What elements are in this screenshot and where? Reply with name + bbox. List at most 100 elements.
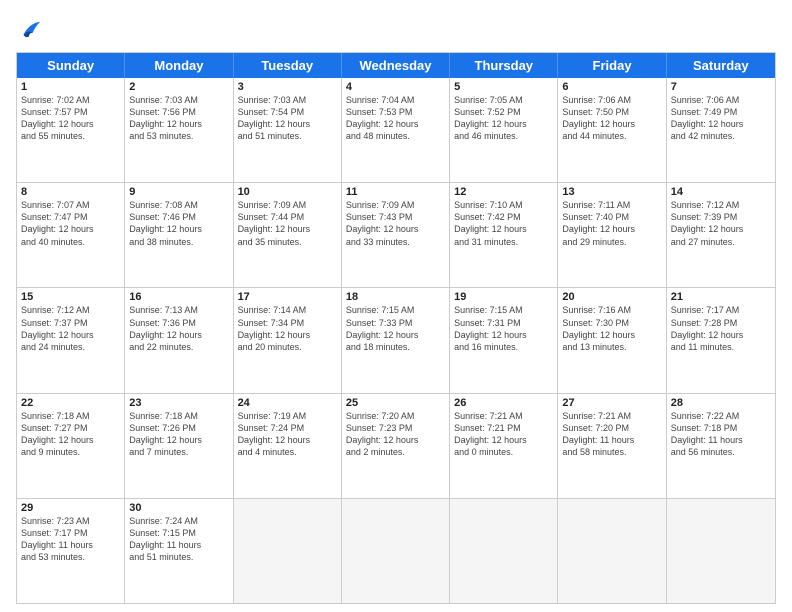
day-number: 24 bbox=[238, 397, 337, 409]
cell-info-line: and 11 minutes. bbox=[671, 341, 771, 353]
day-cell-19: 19Sunrise: 7:15 AMSunset: 7:31 PMDayligh… bbox=[450, 288, 558, 392]
day-number: 22 bbox=[21, 397, 120, 409]
cell-info-line: Daylight: 12 hours bbox=[346, 223, 445, 235]
cell-info-line: and 56 minutes. bbox=[671, 446, 771, 458]
cell-info-line: and 16 minutes. bbox=[454, 341, 553, 353]
cell-info-line: and 40 minutes. bbox=[21, 236, 120, 248]
day-number: 11 bbox=[346, 186, 445, 198]
cell-info-line: Sunset: 7:37 PM bbox=[21, 317, 120, 329]
day-number: 30 bbox=[129, 502, 228, 514]
calendar-row: 15Sunrise: 7:12 AMSunset: 7:37 PM Dayligh… bbox=[17, 287, 775, 392]
day-number: 6 bbox=[562, 81, 661, 93]
day-number: 17 bbox=[238, 291, 337, 303]
cell-info-line: Daylight: 12 hours bbox=[238, 223, 337, 235]
cell-info-line: and 38 minutes. bbox=[129, 236, 228, 248]
cell-info-line: Sunrise: 7:13 AM bbox=[129, 304, 228, 316]
cell-info-line: Sunset: 7:17 PM bbox=[21, 527, 120, 539]
day-number: 3 bbox=[238, 81, 337, 93]
cell-info-line: and 18 minutes. bbox=[346, 341, 445, 353]
cell-info-line: and 27 minutes. bbox=[671, 236, 771, 248]
logo-bird-icon bbox=[16, 16, 44, 44]
day-cell-27: 27Sunrise: 7:21 AMSunset: 7:20 PMDayligh… bbox=[558, 394, 666, 498]
cell-info-line: and 13 minutes. bbox=[562, 341, 661, 353]
cell-info-line: Daylight: 12 hours bbox=[21, 434, 120, 446]
cell-info-line: Daylight: 11 hours bbox=[129, 539, 228, 551]
cell-info-line: and 44 minutes. bbox=[562, 130, 661, 142]
cell-info-line: Sunset: 7:30 PM bbox=[562, 317, 661, 329]
day-number: 8 bbox=[21, 186, 120, 198]
cell-info-line: Sunrise: 7:09 AM bbox=[238, 199, 337, 211]
header-day-sunday: Sunday bbox=[17, 53, 125, 78]
cell-info-line: Sunset: 7:53 PM bbox=[346, 106, 445, 118]
cell-info-line: Daylight: 12 hours bbox=[346, 329, 445, 341]
day-cell-17: 17Sunrise: 7:14 AMSunset: 7:34 PMDayligh… bbox=[234, 288, 342, 392]
cell-info-line: and 7 minutes. bbox=[129, 446, 228, 458]
cell-info-line: Sunset: 7:40 PM bbox=[562, 211, 661, 223]
cell-info-line: Sunset: 7:31 PM bbox=[454, 317, 553, 329]
day-number: 18 bbox=[346, 291, 445, 303]
cell-info-line: Daylight: 12 hours bbox=[238, 434, 337, 446]
day-cell-5: 5Sunrise: 7:05 AMSunset: 7:52 PMDaylight… bbox=[450, 78, 558, 182]
header-day-tuesday: Tuesday bbox=[234, 53, 342, 78]
day-number: 29 bbox=[21, 502, 120, 514]
cell-info-line: Daylight: 12 hours bbox=[129, 329, 228, 341]
cell-info-line: and 51 minutes. bbox=[129, 551, 228, 563]
page: SundayMondayTuesdayWednesdayThursdayFrid… bbox=[0, 0, 792, 612]
cell-info-line: Sunset: 7:15 PM bbox=[129, 527, 228, 539]
cell-info-line: Sunrise: 7:23 AM bbox=[21, 515, 120, 527]
day-cell-23: 23Sunrise: 7:18 AMSunset: 7:26 PMDayligh… bbox=[125, 394, 233, 498]
day-number: 2 bbox=[129, 81, 228, 93]
header-day-monday: Monday bbox=[125, 53, 233, 78]
day-cell-16: 16Sunrise: 7:13 AMSunset: 7:36 PMDayligh… bbox=[125, 288, 233, 392]
cell-info-line: Daylight: 12 hours bbox=[129, 118, 228, 130]
cell-info-line: Daylight: 11 hours bbox=[562, 434, 661, 446]
cell-info-line: Sunrise: 7:17 AM bbox=[671, 304, 771, 316]
cell-info-line: Sunset: 7:47 PM bbox=[21, 211, 120, 223]
header bbox=[16, 16, 776, 44]
cell-info-line: Sunrise: 7:18 AM bbox=[21, 410, 120, 422]
cell-info-line: and 53 minutes. bbox=[21, 551, 120, 563]
cell-info-line: Daylight: 12 hours bbox=[671, 223, 771, 235]
day-cell-15: 15Sunrise: 7:12 AMSunset: 7:37 PMDayligh… bbox=[17, 288, 125, 392]
day-cell-28: 28Sunrise: 7:22 AMSunset: 7:18 PMDayligh… bbox=[667, 394, 775, 498]
calendar-row: 29Sunrise: 7:23 AMSunset: 7:17 PM Dayligh… bbox=[17, 498, 775, 603]
cell-info-line: Sunset: 7:34 PM bbox=[238, 317, 337, 329]
day-number: 5 bbox=[454, 81, 553, 93]
cell-info-line: and 29 minutes. bbox=[562, 236, 661, 248]
calendar: SundayMondayTuesdayWednesdayThursdayFrid… bbox=[16, 52, 776, 604]
cell-info-line: Sunset: 7:18 PM bbox=[671, 422, 771, 434]
cell-info-line: and 46 minutes. bbox=[454, 130, 553, 142]
cell-info-line: Sunrise: 7:15 AM bbox=[346, 304, 445, 316]
cell-info-line: and 2 minutes. bbox=[346, 446, 445, 458]
cell-info-line: and 31 minutes. bbox=[454, 236, 553, 248]
header-day-saturday: Saturday bbox=[667, 53, 775, 78]
day-number: 28 bbox=[671, 397, 771, 409]
cell-info-line: and 51 minutes. bbox=[238, 130, 337, 142]
cell-info-line: Sunrise: 7:03 AM bbox=[238, 94, 337, 106]
cell-info-line: and 0 minutes. bbox=[454, 446, 553, 458]
cell-info-line: Sunrise: 7:11 AM bbox=[562, 199, 661, 211]
day-number: 19 bbox=[454, 291, 553, 303]
cell-info-line: Sunrise: 7:08 AM bbox=[129, 199, 228, 211]
cell-info-line: Sunset: 7:24 PM bbox=[238, 422, 337, 434]
cell-info-line: Sunset: 7:28 PM bbox=[671, 317, 771, 329]
day-cell-20: 20Sunrise: 7:16 AMSunset: 7:30 PMDayligh… bbox=[558, 288, 666, 392]
day-cell-25: 25Sunrise: 7:20 AMSunset: 7:23 PMDayligh… bbox=[342, 394, 450, 498]
day-cell-7: 7Sunrise: 7:06 AMSunset: 7:49 PMDaylight… bbox=[667, 78, 775, 182]
calendar-row: 1Sunrise: 7:02 AMSunset: 7:57 PMDaylight… bbox=[17, 78, 775, 182]
day-cell-12: 12Sunrise: 7:10 AMSunset: 7:42 PMDayligh… bbox=[450, 183, 558, 287]
day-number: 21 bbox=[671, 291, 771, 303]
cell-info-line: Sunrise: 7:12 AM bbox=[21, 304, 120, 316]
cell-info-line: Daylight: 12 hours bbox=[238, 329, 337, 341]
cell-info-line: Daylight: 12 hours bbox=[454, 223, 553, 235]
day-cell-6: 6Sunrise: 7:06 AMSunset: 7:50 PMDaylight… bbox=[558, 78, 666, 182]
cell-info-line: Sunset: 7:44 PM bbox=[238, 211, 337, 223]
day-number: 9 bbox=[129, 186, 228, 198]
cell-info-line: Daylight: 12 hours bbox=[454, 329, 553, 341]
day-cell-21: 21Sunrise: 7:17 AMSunset: 7:28 PMDayligh… bbox=[667, 288, 775, 392]
cell-info-line: Daylight: 12 hours bbox=[671, 118, 771, 130]
day-cell-1: 1Sunrise: 7:02 AMSunset: 7:57 PMDaylight… bbox=[17, 78, 125, 182]
cell-info-line: Sunrise: 7:12 AM bbox=[671, 199, 771, 211]
day-number: 15 bbox=[21, 291, 120, 303]
empty-cell bbox=[234, 499, 342, 603]
